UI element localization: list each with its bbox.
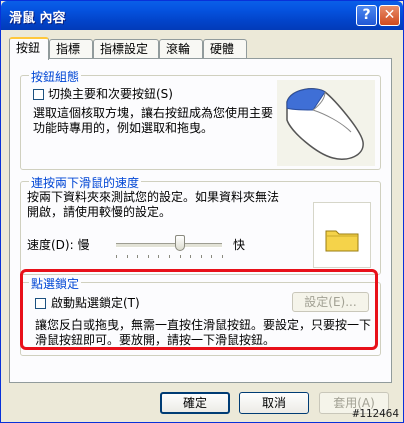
close-button[interactable]: ✕: [379, 5, 400, 26]
speed-label: 速度(D): 慢: [27, 238, 90, 252]
tab-buttons[interactable]: 按鈕: [9, 37, 49, 60]
slider-tick: [126, 255, 128, 258]
tab-panel: 按鈕組態 切換主要和次要按鈕(S) 選取這個核取方塊，讓右按鈕成為您使用主要功能…: [9, 58, 392, 383]
slider-tick: [179, 255, 181, 258]
watermark: #112464: [352, 407, 399, 420]
click-lock-checkbox[interactable]: [35, 298, 46, 309]
mouse-properties-dialog: 滑鼠 內容 ? ✕ 按鈕 指標 指標設定 滾輪 硬體 按鈕組態 切換主要和次要按…: [0, 0, 404, 423]
button-config-group: 按鈕組態 切換主要和次要按鈕(S) 選取這個核取方塊，讓右按鈕成為您使用主要功能…: [20, 68, 381, 170]
slider-tick: [200, 255, 202, 258]
test-folder-area[interactable]: [313, 202, 371, 268]
speed-slider-track[interactable]: [116, 243, 222, 248]
click-lock-settings-button[interactable]: 設定(E)...: [292, 292, 369, 312]
tab-wheel[interactable]: 滾輪: [159, 39, 203, 59]
slider-tick: [211, 255, 213, 258]
click-lock-label[interactable]: 啟動點選鎖定(T): [51, 296, 140, 311]
mouse-icon: [286, 88, 364, 160]
double-click-description: 按兩下資料夾來測試您的設定。如果資料夾無法開啟，請使用較慢的設定。: [27, 190, 280, 219]
double-click-group: 連按兩下滑鼠的速度 按兩下資料夾來測試您的設定。如果資料夾無法開啟，請使用較慢的…: [20, 174, 381, 275]
slider-tick: [147, 255, 149, 258]
fast-label: 快: [233, 238, 246, 252]
slider-tick: [137, 255, 139, 258]
help-button[interactable]: ?: [356, 5, 377, 26]
slider-tick: [116, 255, 117, 258]
button-config-title: 按鈕組態: [29, 68, 82, 85]
mouse-illustration: [277, 80, 375, 166]
ok-button[interactable]: 確定: [160, 392, 230, 414]
slider-tick: [158, 255, 160, 258]
click-lock-group: 點選鎖定 啟動點選鎖定(T) 設定(E)... 讓您反白或拖曳，無需一直按住滑鼠…: [20, 275, 381, 356]
swap-buttons-label[interactable]: 切換主要和次要按鈕(S): [48, 87, 173, 102]
double-click-title: 連按兩下滑鼠的速度: [29, 174, 142, 191]
title-bar[interactable]: 滑鼠 內容 ? ✕: [1, 1, 403, 30]
slider-tick: [222, 255, 223, 258]
tab-hardware[interactable]: 硬體: [203, 39, 247, 59]
window-title: 滑鼠 內容: [9, 11, 66, 26]
cancel-button[interactable]: 取消: [239, 392, 309, 414]
click-lock-title: 點選鎖定: [29, 275, 82, 292]
slider-tick: [169, 255, 170, 258]
tab-pointers[interactable]: 指標: [49, 39, 93, 59]
speed-slider-thumb[interactable]: [174, 235, 185, 251]
tab-pointer-options[interactable]: 指標設定: [93, 39, 159, 59]
folder-icon: [325, 230, 359, 252]
click-lock-description: 讓您反白或拖曳，無需一直按住滑鼠按鈕。要設定，只要按一下滑鼠按鈕即可。要放開，請…: [35, 318, 372, 347]
slider-tick: [190, 255, 192, 258]
swap-buttons-description: 選取這個核取方塊，讓右按鈕成為您使用主要功能時專用的，例如選取和拖曳。: [33, 106, 274, 135]
swap-buttons-checkbox[interactable]: [33, 89, 44, 100]
